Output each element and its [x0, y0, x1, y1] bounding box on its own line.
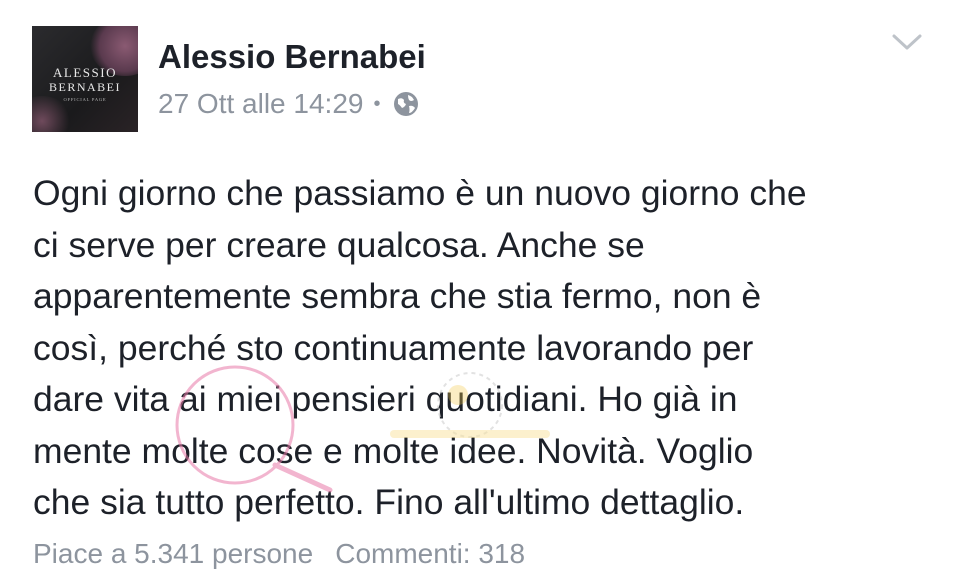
post-text-line: apparentemente sembra che stia fermo, no…	[33, 276, 762, 316]
globe-icon[interactable]	[393, 91, 419, 117]
post-text-line: così, perché sto continuamente lavorando…	[33, 327, 754, 368]
facebook-post: ALESSIO BERNABEI OFFICIAL PAGE Alessio B…	[0, 0, 960, 582]
avatar-logo-line1: ALESSIO	[53, 65, 117, 80]
avatar[interactable]: ALESSIO BERNABEI OFFICIAL PAGE	[32, 26, 138, 132]
post-text-line: dare vita ai miei pensieri quotidiani. H…	[33, 379, 738, 419]
comments-count[interactable]: Commenti: 318	[335, 538, 525, 569]
post-text-line: ci serve per creare qualcosa. Anche se	[33, 224, 645, 265]
post-text-line: mente molte cose e molte idee. Novità. V…	[33, 430, 754, 471]
post-text-line: Ogni giorno che passiamo è un nuovo gior…	[33, 173, 807, 213]
meta-separator: •	[373, 92, 381, 115]
likes-count[interactable]: Piace a 5.341 persone	[33, 538, 313, 569]
post-meta: 27 Ott alle 14:29 •	[158, 88, 419, 120]
avatar-logo-line2: BERNABEI	[49, 80, 121, 94]
post-timestamp[interactable]: 27 Ott alle 14:29	[158, 88, 363, 120]
post-stats: Piace a 5.341 persone Commenti: 318	[33, 538, 525, 570]
author-name[interactable]: Alessio Bernabei	[158, 38, 426, 76]
post-text: Ogni giorno che passiamo è un nuovo gior…	[33, 168, 933, 529]
post-text-line: che sia tutto perfetto. Fino all'ultimo …	[33, 482, 745, 522]
avatar-logo-line3: OFFICIAL PAGE	[63, 97, 107, 102]
chevron-down-icon[interactable]	[890, 30, 924, 54]
